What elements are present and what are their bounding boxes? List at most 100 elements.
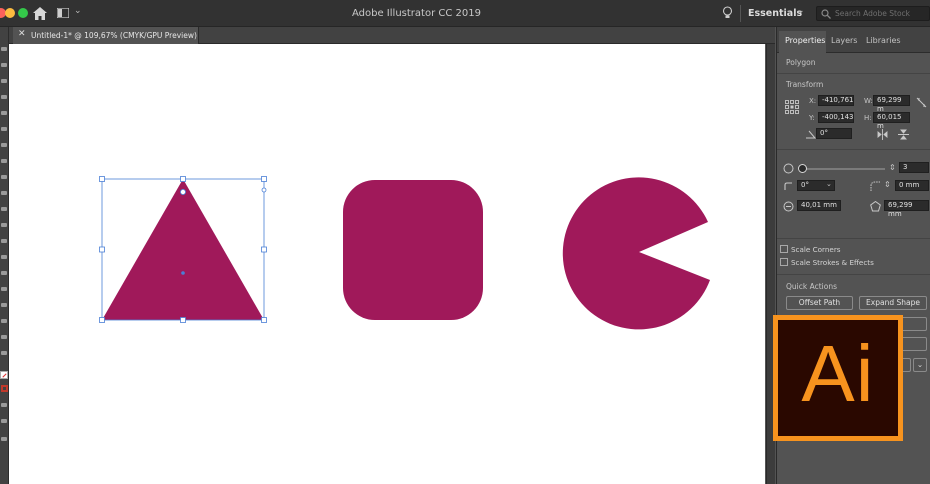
shape-builder-tool[interactable]	[1, 303, 7, 307]
direct-selection-tool[interactable]	[1, 63, 7, 67]
tab-properties[interactable]: Properties	[785, 36, 825, 45]
scale-strokes-label: Scale Strokes & Effects	[791, 258, 874, 267]
transform-section-label: Transform	[786, 80, 824, 89]
free-transform-tool[interactable]	[1, 287, 7, 291]
rectangle-tool[interactable]	[1, 175, 7, 179]
offset-path-button[interactable]: Offset Path	[786, 296, 853, 310]
close-icon[interactable]: ✕	[18, 29, 26, 39]
eraser-tool[interactable]	[1, 223, 7, 227]
workspace-switcher[interactable]: Essentials	[748, 8, 802, 19]
resize-handle	[261, 246, 267, 253]
pie-shape[interactable]	[562, 177, 710, 330]
w-label: W:	[864, 97, 873, 105]
center-point	[181, 271, 185, 275]
stock-search-input[interactable]: Search Adobe Stock	[816, 6, 930, 21]
search-icon	[821, 9, 831, 19]
sides-slider-track[interactable]	[803, 168, 885, 170]
polygon-radius-icon	[870, 201, 881, 212]
scale-corners-checkbox[interactable]	[780, 245, 788, 253]
constrain-proportions-icon[interactable]	[916, 97, 927, 108]
resize-handle	[261, 176, 267, 182]
sides-widget	[261, 187, 267, 193]
search-placeholder: Search Adobe Stock	[835, 9, 911, 18]
draw-mode-tool[interactable]	[1, 403, 7, 407]
quick-action-dropdown[interactable]: ⌄	[913, 358, 927, 372]
expand-shape-button[interactable]: Expand Shape	[859, 296, 927, 310]
workspace-layout-icon[interactable]	[57, 8, 69, 18]
tab-layers[interactable]: Layers	[831, 36, 857, 45]
scale-tool[interactable]	[1, 255, 7, 259]
line-tool[interactable]	[1, 159, 7, 163]
width-tool[interactable]	[1, 271, 7, 275]
x-position-field[interactable]: -410,761	[818, 95, 854, 106]
height-field[interactable]: 60,015 m	[873, 112, 910, 130]
panel-tab-bar: Properties Layers Libraries	[777, 27, 930, 53]
artboard[interactable]	[9, 44, 765, 484]
divider	[740, 5, 741, 22]
resize-handle	[99, 246, 105, 253]
eyedropper-tool[interactable]	[1, 319, 7, 323]
scale-strokes-checkbox[interactable]	[780, 258, 788, 266]
chevron-down-icon[interactable]: ⌄	[74, 6, 82, 16]
corner-widget	[179, 188, 186, 195]
artwork[interactable]	[9, 44, 765, 484]
flip-vertical-icon[interactable]	[898, 129, 909, 140]
tools-panel	[0, 27, 9, 484]
width-field[interactable]: 69,299 m	[873, 95, 910, 113]
screen-mode-tool[interactable]	[1, 419, 7, 423]
curvature-tool[interactable]	[1, 127, 7, 131]
minimize-window-button[interactable]	[5, 8, 15, 18]
lightbulb-icon[interactable]	[722, 6, 733, 20]
triangle-shape[interactable]	[102, 179, 264, 320]
corner-radius-field[interactable]: 0 mm	[895, 180, 929, 191]
object-type-label: Polygon	[786, 58, 816, 67]
radius-stepper-icon[interactable]: ⇕	[884, 180, 891, 189]
logo-text: Ai	[801, 329, 875, 418]
hand-tool[interactable]	[1, 335, 7, 339]
sides-slider-knob[interactable]	[798, 164, 807, 173]
zoom-window-button[interactable]	[18, 8, 28, 18]
paintbrush-tool[interactable]	[1, 191, 7, 195]
chevron-down-icon[interactable]: ⌄	[826, 180, 832, 188]
document-tab[interactable]: ✕ Untitled-1* @ 109,67% (CMYK/GPU Previe…	[13, 27, 199, 44]
rounded-square-shape[interactable]	[343, 180, 483, 320]
illustrator-logo: Ai	[773, 315, 903, 441]
zoom-tool[interactable]	[1, 351, 7, 355]
title-bar: ⌄ Adobe Illustrator CC 2019 Essentials ⌄…	[0, 0, 930, 27]
x-label: X:	[809, 97, 817, 105]
y-position-field[interactable]: -400,143	[818, 112, 854, 123]
rotate-angle-icon	[806, 130, 816, 139]
resize-handle	[261, 317, 267, 323]
pencil-tool[interactable]	[1, 207, 7, 211]
document-tab-label: Untitled-1* @ 109,67% (CMYK/GPU Preview)	[31, 31, 197, 40]
home-icon[interactable]	[33, 7, 47, 20]
selection-tool[interactable]	[1, 47, 7, 51]
tab-libraries[interactable]: Libraries	[866, 36, 901, 45]
resize-handle	[180, 176, 186, 182]
stroke-swatch[interactable]	[1, 385, 8, 392]
h-label: H:	[864, 114, 872, 122]
edit-toolbar-tool[interactable]	[1, 437, 7, 441]
type-tool[interactable]	[1, 143, 7, 147]
reference-point-icon[interactable]	[785, 100, 799, 114]
pen-tool[interactable]	[1, 111, 7, 115]
sides-stepper-icon[interactable]: ⇕	[889, 163, 896, 172]
resize-handle	[180, 317, 186, 323]
rotation-field[interactable]: 0°	[816, 128, 852, 139]
polygon-radius-field[interactable]: 69,299 mm	[884, 200, 929, 218]
fill-swatch[interactable]	[0, 371, 8, 379]
corner-type-icon	[784, 182, 792, 190]
side-length-field[interactable]: 40,01 mm	[797, 200, 841, 211]
side-length-icon	[783, 201, 794, 212]
lasso-tool[interactable]	[1, 95, 7, 99]
flip-horizontal-icon[interactable]	[877, 129, 888, 140]
resize-handle	[99, 317, 105, 323]
sides-field[interactable]: 3	[899, 162, 929, 173]
rotate-tool[interactable]	[1, 239, 7, 243]
chevron-down-icon[interactable]: ⌄	[797, 6, 805, 16]
quick-actions-label: Quick Actions	[786, 282, 837, 291]
scale-corners-label: Scale Corners	[791, 245, 841, 254]
document-tab-bar: ✕ Untitled-1* @ 109,67% (CMYK/GPU Previe…	[9, 27, 775, 44]
resize-handle	[99, 176, 105, 182]
magic-wand-tool[interactable]	[1, 79, 7, 83]
